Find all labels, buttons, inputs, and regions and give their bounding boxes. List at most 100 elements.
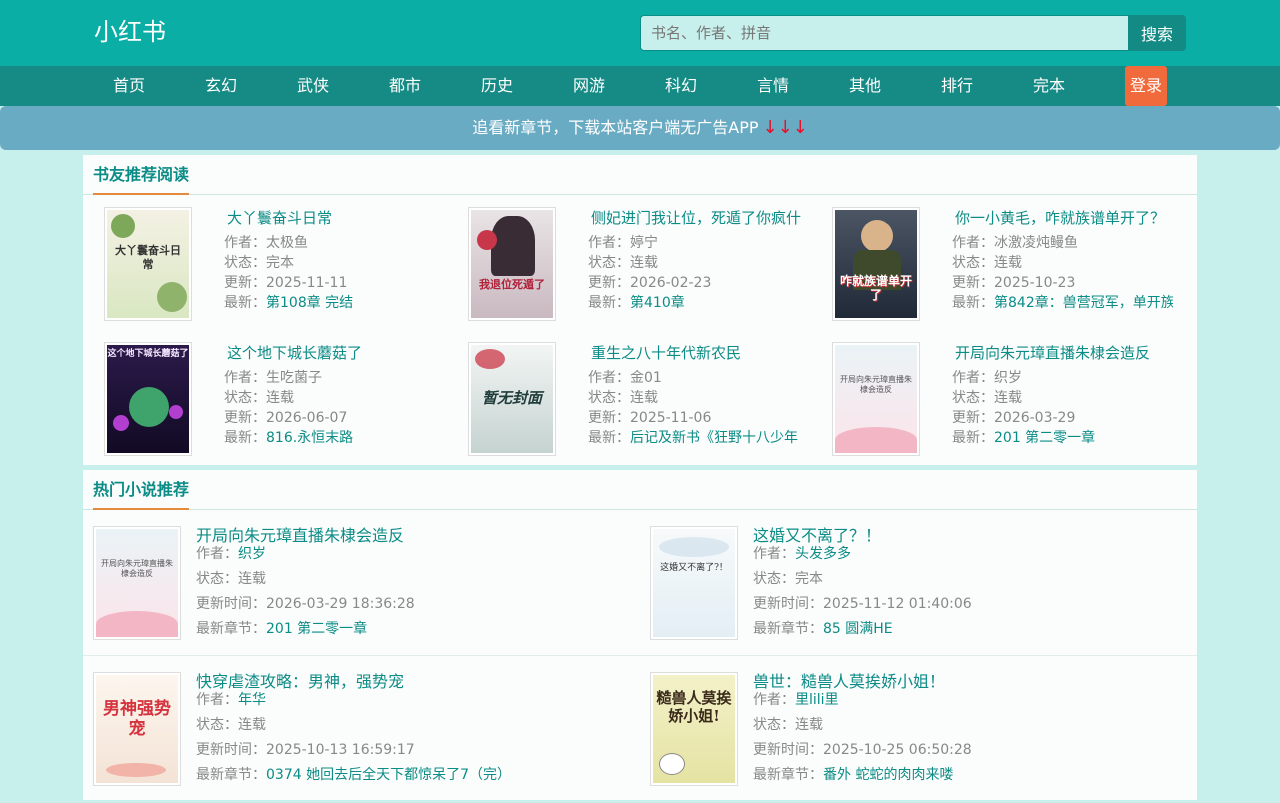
latest-chapter-link[interactable]: 816.永恒末路 — [266, 430, 353, 446]
updated-label: 更新： — [952, 275, 994, 291]
hot-book-card: 男神强势宠 快穿虐渣攻略：男神，强势宠 作者：年华 状态：连载 更新时间：202… — [83, 657, 640, 803]
author-name: 金01 — [630, 370, 662, 386]
nav-item-paihang[interactable]: 排行 — [922, 66, 992, 106]
nav-item-qita[interactable]: 其他 — [830, 66, 900, 106]
nav-item-dushi[interactable]: 都市 — [370, 66, 440, 106]
author-label: 作者： — [224, 370, 266, 386]
status-value: 连载 — [238, 571, 266, 587]
book-cover-image[interactable]: 糙兽人莫挨娇小姐! — [650, 672, 738, 786]
search-button[interactable]: 搜索 — [1128, 15, 1186, 51]
status-label: 状态： — [224, 255, 266, 271]
updated-label: 更新时间： — [753, 596, 823, 612]
author-label: 作者： — [753, 692, 795, 708]
nav-item-home[interactable]: 首页 — [94, 66, 164, 106]
latest-label: 最新： — [952, 430, 994, 446]
latest-chapter-link[interactable]: 番外 蛇蛇的肉肉来喽 — [823, 767, 953, 783]
status-value: 连载 — [238, 717, 266, 733]
recommend-book-card: 暂无封面 重生之八十年代新农民 作者：金01 状态：连载 更新：2025-11-… — [447, 331, 809, 456]
latest-chapter-link[interactable]: 0374 她回去后全天下都惊呆了7（完） — [266, 767, 511, 783]
book-cover-image[interactable]: 这婚又不离了?！ — [650, 526, 738, 640]
nav-item-xuanhuan[interactable]: 玄幻 — [186, 66, 256, 106]
nav-item-lishi[interactable]: 历史 — [462, 66, 532, 106]
latest-chapter-link[interactable]: 201 第二零一章 — [994, 430, 1095, 446]
author-label: 作者： — [753, 546, 795, 562]
nav-item-wuxia[interactable]: 武侠 — [278, 66, 348, 106]
nav-item-yanqing[interactable]: 言情 — [738, 66, 808, 106]
status-label: 状态： — [753, 571, 795, 587]
search-input[interactable] — [640, 15, 1128, 51]
nav-item-kehuan[interactable]: 科幻 — [646, 66, 716, 106]
latest-label: 最新： — [588, 295, 630, 311]
author-link[interactable]: 年华 — [238, 692, 266, 708]
updated-label: 更新时间： — [196, 742, 266, 758]
status-label: 状态： — [952, 255, 994, 271]
latest-label: 最新： — [952, 295, 994, 311]
cover-title: 糙兽人莫挨娇小姐! — [656, 689, 732, 725]
login-button[interactable]: 登录 — [1125, 66, 1167, 106]
book-cover-image[interactable]: 这个地下城长蘑菇了 — [104, 342, 192, 456]
status-value: 连载 — [994, 390, 1022, 406]
book-title-link[interactable]: 大丫鬟奋斗日常 — [227, 207, 445, 228]
book-title-link[interactable]: 这个地下城长蘑菇了 — [227, 342, 445, 363]
site-logo[interactable]: 小红书 — [94, 17, 166, 47]
book-title-link[interactable]: 你一小黄毛，咋就族谱单开了？ — [955, 207, 1173, 228]
nav-item-wangyou[interactable]: 网游 — [554, 66, 624, 106]
book-cover-image[interactable]: 大丫鬟奋斗日常 — [104, 207, 192, 321]
latest-chapter-link[interactable]: 第108章 完结 — [266, 295, 353, 311]
book-cover-image[interactable]: 男神强势宠 — [93, 672, 181, 786]
latest-label: 最新： — [224, 295, 266, 311]
author-name: 太极鱼 — [266, 235, 308, 251]
recommend-book-card: 大丫鬟奋斗日常 大丫鬟奋斗日常 作者：太极鱼 状态：完本 更新：2025-11-… — [83, 196, 445, 321]
latest-chapter-link[interactable]: 第842章：兽营冠军，单开族 — [994, 295, 1173, 311]
recommend-book-card: 我退位死遁了 侧妃进门我让位，死遁了你疯什 作者：婷宁 状态：连载 更新：202… — [447, 196, 809, 321]
row-divider — [83, 655, 1197, 656]
updated-time: 2025-10-13 16:59:17 — [266, 742, 415, 758]
updated-label: 更新： — [952, 410, 994, 426]
latest-chapter-link[interactable]: 后记及新书《狂野十八少年 — [630, 430, 798, 446]
author-link[interactable]: 头发多多 — [795, 546, 851, 562]
author-label: 作者： — [224, 235, 266, 251]
author-label: 作者： — [588, 370, 630, 386]
updated-date: 2026-02-23 — [630, 275, 712, 291]
status-label: 状态： — [588, 255, 630, 271]
updated-label: 更新： — [224, 410, 266, 426]
book-cover-image[interactable]: 我退位死遁了 — [468, 207, 556, 321]
status-label: 状态： — [196, 717, 238, 733]
status-label: 状态： — [753, 717, 795, 733]
updated-date: 2026-03-29 — [994, 410, 1076, 426]
search-bar: 搜索 — [640, 15, 1186, 51]
hot-book-card: 开局向朱元璋直播朱棣会造反 开局向朱元璋直播朱棣会造反 作者：织岁 状态：连载 … — [83, 511, 640, 657]
section-header: 书友推荐阅读 — [83, 155, 1197, 195]
author-link[interactable]: 织岁 — [238, 546, 266, 562]
status-value: 连载 — [630, 255, 658, 271]
author-link[interactable]: 里lili里 — [795, 692, 839, 708]
status-value: 连载 — [266, 390, 294, 406]
author-name: 婷宁 — [630, 235, 658, 251]
hot-novels-section: 热门小说推荐 开局向朱元璋直播朱棣会造反 开局向朱元璋直播朱棣会造反 作者：织岁… — [83, 470, 1197, 800]
book-cover-image[interactable]: 开局向朱元璋直播朱棣会造反 — [93, 526, 181, 640]
book-cover-image[interactable]: 开局向朱元璋直播朱棣会造反 — [832, 342, 920, 456]
latest-chapter-link[interactable]: 85 圆满HE — [823, 621, 893, 637]
updated-time: 2026-03-29 18:36:28 — [266, 596, 415, 612]
hot-book-card: 糙兽人莫挨娇小姐! 兽世：糙兽人莫挨娇小姐！ 作者：里lili里 状态：连载 更… — [640, 657, 1197, 803]
book-title-link[interactable]: 开局向朱元璋直播朱棣会造反 — [955, 342, 1173, 363]
cover-title: 这婚又不离了?！ — [660, 563, 728, 573]
latest-chapter-link[interactable]: 201 第二零一章 — [266, 621, 367, 637]
status-label: 状态： — [196, 571, 238, 587]
recommend-book-card: 这个地下城长蘑菇了 这个地下城长蘑菇了 作者：生吃菌子 状态：连载 更新：202… — [83, 331, 445, 456]
book-cover-image[interactable]: 咋就族谱单开了 — [832, 207, 920, 321]
nav-item-wanben[interactable]: 完本 — [1014, 66, 1084, 106]
cover-title: 开局向朱元璋直播朱棣会造反 — [840, 375, 912, 394]
author-name: 生吃菌子 — [266, 370, 322, 386]
book-cover-image[interactable]: 暂无封面 — [468, 342, 556, 456]
cover-title: 暂无封面 — [481, 389, 542, 407]
updated-label: 更新： — [588, 410, 630, 426]
latest-label: 最新章节： — [753, 767, 823, 783]
book-title-link[interactable]: 重生之八十年代新农民 — [591, 342, 809, 363]
book-title-link[interactable]: 侧妃进门我让位，死遁了你疯什 — [591, 207, 809, 228]
cover-title: 我退位死遁了 — [479, 278, 545, 291]
latest-chapter-link[interactable]: 第410章 — [630, 295, 685, 311]
status-value: 连载 — [994, 255, 1022, 271]
app-download-banner[interactable]: 追看新章节，下载本站客户端无广告APP ↓↓↓ — [0, 106, 1280, 150]
section-title: 书友推荐阅读 — [93, 155, 190, 195]
